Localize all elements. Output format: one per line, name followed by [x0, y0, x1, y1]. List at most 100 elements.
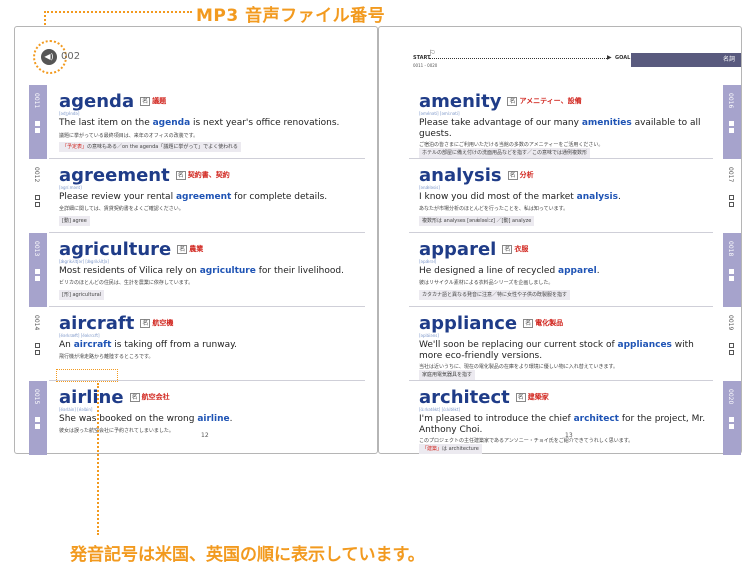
usage-note: [形] agricultural: [59, 290, 105, 300]
pronunciation: [éərlàin] [éəlàin]: [59, 407, 93, 412]
example-sentence: I know you did most of the market analys…: [419, 192, 621, 202]
pronunciation: [ɑ́ːrkətèkt] [ɑ́ːkitèkt]: [419, 407, 460, 412]
annotation-leader-line: [44, 11, 192, 13]
meaning: 電化製品: [535, 319, 564, 327]
translation: ご宿泊の皆さまにご利用いただける当館の多数のアメニティーをご活用ください。: [419, 142, 604, 148]
example-sentence: We'll soon be replacing our current stoc…: [419, 340, 694, 361]
pos-badge: 名: [177, 245, 188, 254]
usage-note: カタカナ語と異なる発音に注意／特に女性や子供の既製服を指す: [419, 290, 571, 300]
meaning: 航空会社: [141, 393, 170, 401]
meaning: 航空機: [152, 319, 174, 327]
entry-number-tab: 0014: [29, 307, 47, 381]
mp3-annotation-label: MP3 音声ファイル番号: [196, 6, 386, 26]
translation: ビリカのほとんどの住民は、生計を農業に依存しています。: [59, 280, 194, 286]
pronunciation: [éərkræft] [éəkrɑːft]: [59, 333, 100, 338]
pos-badge: 名: [140, 97, 151, 106]
progress-line: [429, 58, 609, 59]
example-sentence: He designed a line of recycled apparel.: [419, 266, 600, 276]
entry-number-tab: 0011: [29, 85, 47, 159]
example-sentence: She was booked on the wrong airline.: [59, 414, 233, 424]
headword: appliance: [419, 313, 518, 334]
entry: appliance 名電化製品 [əpláiəns] We'll soon be …: [409, 307, 713, 381]
progress-track: START ⚐ ▶ GOAL 0011 - 0020: [413, 49, 633, 69]
pos-badge: 名: [507, 171, 518, 180]
entry: agenda 名議題 [ədʒéndə] The last item on the…: [49, 85, 365, 159]
part-of-speech-tab: 名詞: [631, 53, 741, 67]
pronunciation: [əménəti] [əmíːnəti]: [419, 111, 460, 116]
usage-note: [動] agree: [59, 216, 90, 226]
entry: architect 名建築家 [ɑ́ːrkətèkt] [ɑ́ːkitèkt] I…: [409, 381, 713, 455]
page-number: 13: [565, 432, 573, 439]
headword: analysis: [419, 165, 502, 186]
headword: agenda: [59, 91, 135, 112]
pos-badge: 名: [129, 393, 140, 402]
translation: 議題に挙がっている最終項目は、来年のオフィスの改装です。: [59, 133, 199, 139]
headword: apparel: [419, 239, 497, 260]
progress-goal: GOAL: [615, 55, 631, 61]
meaning: 衣服: [514, 245, 529, 253]
progress-range: 0011 - 0020: [413, 63, 438, 68]
headword: aircraft: [59, 313, 135, 334]
progress-start: START: [413, 55, 431, 61]
translation: 当社は近いうちに、現在の電化製品の在庫をより環境に優しい物に入れ替えていきます。: [419, 364, 619, 370]
translation: このプロジェクトの主任建築家であるアンソニー・チョイ氏をご紹介できてうれしく思い…: [419, 438, 634, 444]
translation: 全詳細に関しては、賃貸契約書をよくご確認ください。: [59, 206, 184, 212]
pronunciation: [əpláiəns]: [419, 333, 439, 338]
headword: agreement: [59, 165, 170, 186]
translation: 彼はリサイクル素材による衣料品シリーズを企画しました。: [419, 280, 554, 286]
meaning: 議題: [152, 97, 167, 105]
headword: architect: [419, 387, 510, 408]
example-sentence: Please review your rental agreement for …: [59, 192, 328, 202]
entry-number-tab: 0016: [723, 85, 741, 159]
pos-badge: 名: [523, 319, 534, 328]
pos-badge: 名: [175, 171, 186, 180]
example-sentence: An aircraft is taking off from a runway.: [59, 340, 237, 350]
right-page: START ⚐ ▶ GOAL 0011 - 0020 名詞 amenity 名アメ…: [378, 26, 742, 455]
translation: あなたが市場分析のほとんどを行ったことを、私は知っています。: [419, 206, 569, 212]
pronunciation: [ǽgrikʌ̀ltʃər] [ǽgrikʌ̀ltʃə]: [59, 259, 109, 264]
entry: agriculture 名農業 [ǽgrikʌ̀ltʃər] [ǽgrikʌ̀lt…: [49, 233, 365, 307]
example-sentence: I'm pleased to introduce the chief archi…: [419, 414, 706, 435]
page-number: 12: [201, 432, 209, 439]
usage-note: 「予定表」の意味もある／on the agenda「議題に挙がって」でよく使われ…: [59, 142, 241, 152]
entry: analysis 名分析 [ənǽləsis] I know you did mo…: [409, 159, 713, 233]
meaning: 契約書、契約: [187, 171, 230, 179]
translation: 彼女は誤った航空会社に予約されてしまいました。: [59, 428, 174, 434]
meaning: 分析: [519, 171, 534, 179]
translation: 飛行機が滑走路から離陸するところです。: [59, 354, 154, 360]
entry: amenity 名アメニティー、設備 [əménəti] [əmíːnəti] P…: [409, 85, 713, 159]
entry-number-tab: 0019: [723, 307, 741, 381]
example-sentence: Please take advantage of our many amenit…: [419, 118, 701, 139]
entry-number-tab: 0017: [723, 159, 741, 233]
track-number: 002: [61, 51, 81, 62]
usage-note: 「建築」は architecture: [419, 444, 482, 454]
entry-number-tab: 0020: [723, 381, 741, 455]
speaker-icon[interactable]: ◀): [41, 49, 57, 65]
pos-badge: 名: [507, 97, 518, 106]
meaning: アメニティー、設備: [519, 97, 582, 105]
usage-note: 家庭用電気器具を指す: [419, 370, 476, 380]
example-sentence: Most residents of Vilica rely on agricul…: [59, 266, 344, 276]
entry: apparel 名衣服 [əpǽrəl] He designed a line o…: [409, 233, 713, 307]
entry-number-tab: 0012: [29, 159, 47, 233]
pronunciation: [ənǽləsis]: [419, 185, 440, 190]
pronunciation: [ədʒéndə]: [59, 111, 80, 116]
annotation-leader-line: [97, 383, 99, 535]
pronunciation: [əgríːmənt]: [59, 185, 82, 190]
meaning: 農業: [189, 245, 204, 253]
headword: amenity: [419, 91, 502, 112]
headword: airline: [59, 387, 124, 408]
pos-badge: 名: [515, 393, 526, 402]
pronunciation: [əpǽrəl]: [419, 259, 437, 264]
meaning: 建築家: [527, 393, 549, 401]
pronunciation-annotation-label: 発音記号は米国、英国の順に表示しています。: [70, 545, 425, 565]
left-page: ◀) 002 agenda 名議題 [ədʒéndə] The last item…: [14, 26, 378, 455]
pos-badge: 名: [502, 245, 513, 254]
annotation-pronunciation-box: [56, 369, 118, 382]
usage-note: 複数形は analyses [ənǽləsìːz] ／[動] analyze: [419, 216, 535, 226]
pos-badge: 名: [140, 319, 151, 328]
arrow-right-icon: ▶: [607, 54, 612, 61]
flag-icon: ⚐: [429, 49, 436, 57]
entry-number-tab: 0015: [29, 381, 47, 455]
usage-note: ホテルの部屋に備え付けの洗面用品などを指す／この意味では通例複数形: [419, 148, 591, 158]
